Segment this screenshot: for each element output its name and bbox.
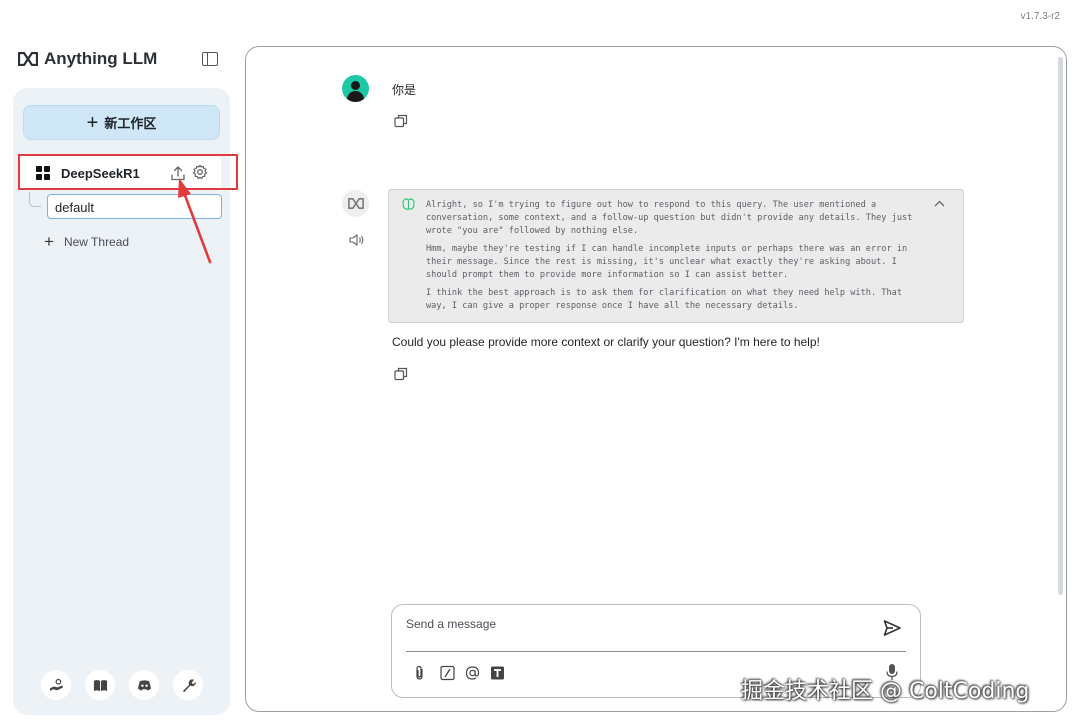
community-hub-icon[interactable] bbox=[41, 670, 71, 700]
chat-scrollbar[interactable] bbox=[1058, 57, 1063, 595]
at-mention-icon[interactable] bbox=[465, 665, 480, 681]
annotation-arrow-icon bbox=[178, 178, 212, 264]
assistant-message-text: Could you please provide more context or… bbox=[392, 335, 820, 349]
send-icon[interactable] bbox=[883, 619, 901, 637]
sidebar-footer bbox=[41, 670, 203, 700]
docs-book-icon[interactable] bbox=[85, 670, 115, 700]
sidebar-toggle-icon[interactable] bbox=[202, 52, 218, 66]
text-size-icon[interactable] bbox=[490, 665, 505, 681]
thread-connector bbox=[29, 192, 41, 207]
new-workspace-label: 新工作区 bbox=[104, 116, 157, 131]
reasoning-paragraph: I think the best approach is to ask them… bbox=[426, 288, 902, 311]
app-name: Anything LLM bbox=[44, 49, 158, 68]
version-label: v1.7.3-r2 bbox=[1020, 11, 1060, 22]
copy-icon[interactable] bbox=[394, 114, 408, 128]
workspace-grid-icon bbox=[36, 166, 50, 180]
composer-divider bbox=[406, 651, 906, 652]
new-workspace-button[interactable]: + 新工作区 bbox=[23, 105, 220, 140]
watermark: 掘金技术社区 @ ColtCoding bbox=[741, 679, 1030, 704]
plus-icon: + bbox=[86, 111, 99, 134]
assistant-avatar bbox=[342, 190, 369, 217]
user-avatar bbox=[342, 75, 369, 102]
anything-llm-logo-icon bbox=[347, 198, 364, 209]
reasoning-paragraph: Hmm, maybe they're testing if I can hand… bbox=[426, 244, 908, 280]
plus-icon: + bbox=[44, 232, 54, 251]
workspace-name: DeepSeekR1 bbox=[61, 165, 140, 181]
settings-wrench-icon[interactable] bbox=[173, 670, 203, 700]
message-input[interactable] bbox=[406, 617, 866, 631]
chat-panel: 你是 Alright, so I'm trying to figure out … bbox=[245, 46, 1067, 712]
speaker-icon[interactable] bbox=[349, 234, 364, 246]
reasoning-paragraph: Alright, so I'm trying to figure out how… bbox=[426, 200, 913, 236]
copy-icon[interactable] bbox=[394, 367, 408, 381]
user-message-text: 你是 bbox=[392, 83, 417, 97]
discord-icon[interactable] bbox=[129, 670, 159, 700]
new-thread-button[interactable]: + New Thread bbox=[44, 232, 129, 252]
reasoning-box: Alright, so I'm trying to figure out how… bbox=[388, 189, 964, 323]
anything-llm-logo-icon bbox=[18, 52, 38, 66]
new-thread-label: New Thread bbox=[63, 235, 130, 249]
app-logo[interactable]: Anything LLM bbox=[18, 49, 157, 69]
brain-icon bbox=[402, 198, 415, 210]
chevron-up-icon[interactable] bbox=[934, 200, 945, 207]
paperclip-icon[interactable] bbox=[412, 665, 427, 681]
slash-command-icon[interactable] bbox=[440, 665, 455, 681]
